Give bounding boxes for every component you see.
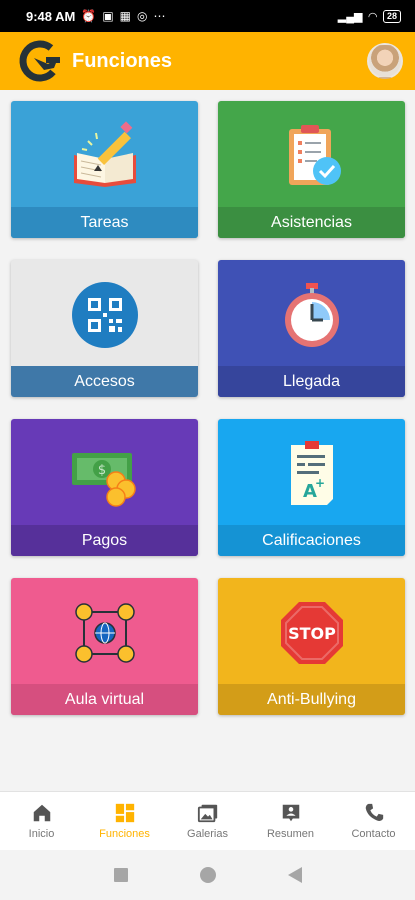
network-people-icon xyxy=(74,603,135,663)
nav-inicio[interactable]: Inicio xyxy=(0,792,83,850)
back-icon[interactable] xyxy=(287,866,303,884)
page-title: Funciones xyxy=(72,49,173,72)
grade-sheet-icon: A + xyxy=(290,441,333,505)
card-calificaciones[interactable]: A + Calificaciones xyxy=(218,419,405,556)
alarm-icon: ⏰ xyxy=(81,9,97,23)
svg-text:$: $ xyxy=(97,463,105,478)
calendar-icon: ▣ xyxy=(102,9,114,23)
recents-icon[interactable] xyxy=(113,867,129,883)
dashboard-icon xyxy=(115,803,134,823)
whatsapp-icon: ◎ xyxy=(137,9,148,23)
card-label: Tareas xyxy=(11,207,198,238)
card-label: Llegada xyxy=(218,366,405,397)
card-label: Pagos xyxy=(11,525,198,556)
wifi-icon: ◠ xyxy=(368,10,377,23)
card-label: Asistencias xyxy=(218,207,405,238)
summary-icon xyxy=(282,804,299,822)
stop-sign-text: STOP xyxy=(288,624,336,643)
more-icon: ⋯ xyxy=(153,9,166,23)
card-pagos[interactable]: $ Pagos xyxy=(11,419,198,556)
nav-galerias[interactable]: Galerias xyxy=(166,792,249,850)
battery-icon: 28 xyxy=(382,9,401,23)
nav-label: Inicio xyxy=(28,828,55,840)
status-bar: 9:48 AM ⏰ ▣ ▦ ◎ ⋯ ▂▄▆ ◠ 28 xyxy=(0,0,415,32)
card-anti-bullying[interactable]: STOP Anti-Bullying xyxy=(218,578,405,715)
signal-icon: ▂▄▆ xyxy=(337,10,363,23)
nav-label: Galerias xyxy=(187,828,228,840)
nav-funciones[interactable]: Funciones xyxy=(83,792,166,850)
app-logo-icon xyxy=(18,38,64,84)
stopwatch-icon xyxy=(284,283,339,347)
svg-text:+: + xyxy=(315,476,325,490)
gallery-icon xyxy=(197,804,217,823)
home-icon xyxy=(33,804,50,822)
nav-label: Resumen xyxy=(266,828,315,840)
nav-contacto[interactable]: Contacto xyxy=(332,792,415,850)
card-label: Calificaciones xyxy=(218,525,405,556)
card-label: Aula virtual xyxy=(11,684,198,715)
qr-code-icon xyxy=(71,282,138,348)
status-time: 9:48 AM xyxy=(26,8,76,24)
stop-sign-icon: STOP xyxy=(280,602,343,664)
card-label: Anti-Bullying xyxy=(218,684,405,715)
money-icon: $ xyxy=(71,453,136,507)
bottom-nav: Inicio Funciones Galerias Resumen Contac… xyxy=(0,791,415,850)
nav-resumen[interactable]: Resumen xyxy=(249,792,332,850)
card-accesos[interactable]: Accesos xyxy=(11,260,198,397)
gallery-icon: ▦ xyxy=(119,9,132,23)
card-aula-virtual[interactable]: Aula virtual xyxy=(11,578,198,715)
system-nav-bar xyxy=(0,850,415,900)
avatar[interactable] xyxy=(367,43,403,79)
nav-label: Contacto xyxy=(351,828,396,840)
phone-icon xyxy=(365,803,383,821)
clipboard-check-icon xyxy=(288,125,341,185)
home-circle-icon[interactable] xyxy=(199,866,217,884)
card-llegada[interactable]: Llegada xyxy=(218,260,405,397)
card-asistencias[interactable]: Asistencias xyxy=(218,101,405,238)
nav-label: Funciones xyxy=(99,828,150,840)
card-label: Accesos xyxy=(11,366,198,397)
battery-level: 28 xyxy=(386,10,397,21)
card-tareas[interactable]: Tareas xyxy=(11,101,198,238)
book-pencil-icon xyxy=(73,121,136,187)
app-bar: Funciones xyxy=(0,32,415,90)
